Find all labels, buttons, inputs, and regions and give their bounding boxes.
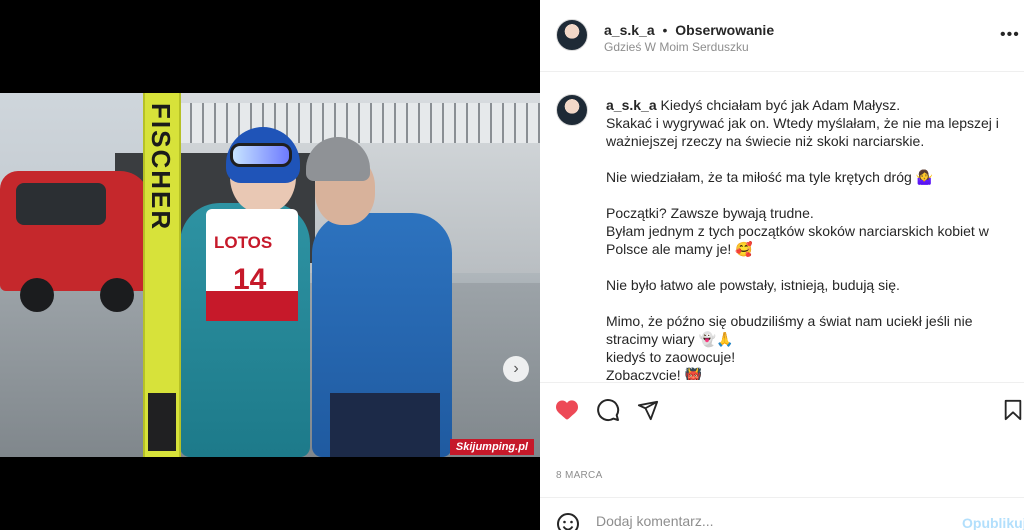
smiley-icon bbox=[557, 513, 579, 530]
share-button[interactable] bbox=[635, 397, 661, 423]
photo-ski-tail bbox=[148, 393, 176, 451]
photo-building-windows bbox=[180, 103, 540, 143]
post-header: a_s.k_a • Obserwowanie Gdzieś W Moim Ser… bbox=[540, 0, 1024, 72]
emoji-button[interactable] bbox=[556, 512, 580, 530]
bookmark-icon bbox=[1004, 399, 1022, 421]
avatar[interactable] bbox=[556, 19, 588, 51]
comment-input[interactable] bbox=[596, 513, 926, 529]
post-date[interactable]: 8 MARCA bbox=[556, 470, 603, 481]
photo-van-window bbox=[16, 183, 106, 225]
caption-text: a_s.k_a Kiedyś chciałam być jak Adam Mał… bbox=[606, 96, 1024, 380]
paper-plane-icon bbox=[637, 400, 659, 421]
header-user-line: a_s.k_a • Obserwowanie bbox=[604, 22, 774, 38]
media-area: LOTOS 14 FISCHER Skijumping.pl › bbox=[0, 0, 540, 530]
photo-ski-brand: FISCHER bbox=[146, 103, 176, 232]
more-options-icon[interactable]: ••• bbox=[1000, 26, 1020, 44]
comment-button[interactable] bbox=[595, 397, 621, 423]
photo-van-wheel bbox=[100, 278, 134, 312]
follow-status-button[interactable]: Obserwowanie bbox=[675, 22, 774, 38]
photo-watermark: Skijumping.pl bbox=[449, 439, 534, 455]
heart-filled-icon bbox=[556, 400, 578, 420]
like-button[interactable] bbox=[554, 397, 580, 423]
save-button[interactable] bbox=[1000, 397, 1024, 423]
photo-bib-sponsor: LOTOS bbox=[214, 233, 273, 252]
comment-bubble-icon bbox=[597, 399, 620, 422]
caption-username[interactable]: a_s.k_a bbox=[606, 97, 657, 113]
header-separator: • bbox=[662, 22, 668, 38]
photo-man-legs bbox=[330, 393, 440, 457]
caption-area: a_s.k_a Kiedyś chciałam być jak Adam Mał… bbox=[540, 72, 1024, 380]
post-modal: LOTOS 14 FISCHER Skijumping.pl › a_s.k_a… bbox=[0, 0, 1024, 530]
caption-body: Kiedyś chciałam być jak Adam Małysz. Ska… bbox=[606, 97, 999, 380]
carousel-next-button[interactable]: › bbox=[503, 356, 529, 382]
post-side-panel: a_s.k_a • Obserwowanie Gdzieś W Moim Ser… bbox=[540, 0, 1024, 530]
action-bar bbox=[540, 382, 1024, 436]
avatar[interactable] bbox=[556, 94, 588, 126]
photo-van-wheel bbox=[20, 278, 54, 312]
post-photo[interactable]: LOTOS 14 FISCHER Skijumping.pl › bbox=[0, 93, 540, 457]
photo-bib-number: 14 bbox=[233, 263, 267, 296]
publish-button[interactable]: Opublikuj bbox=[962, 515, 1024, 530]
photo-goggles bbox=[230, 143, 292, 167]
location-link[interactable]: Gdzieś W Moim Serduszku bbox=[604, 40, 749, 54]
header-username[interactable]: a_s.k_a bbox=[604, 22, 655, 38]
add-comment-bar: Opublikuj bbox=[540, 497, 1024, 530]
